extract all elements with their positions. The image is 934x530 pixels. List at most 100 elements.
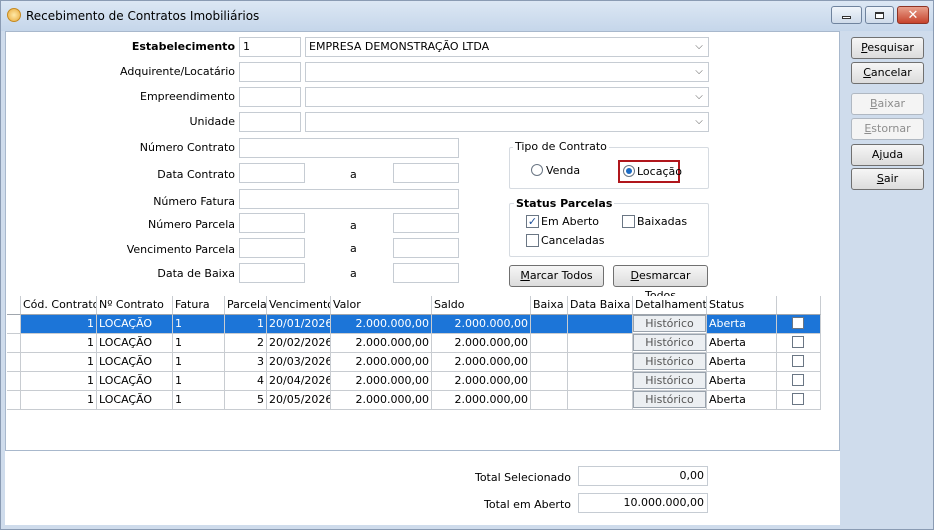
desmarcar-todos-button[interactable]: Desmarcar Todos [613, 265, 708, 302]
cell-baixa[interactable] [531, 353, 568, 372]
cell-baixa[interactable] [531, 391, 568, 410]
row-select-checkbox[interactable] [792, 336, 804, 348]
empreendimento-select[interactable]: ⌵ [305, 87, 709, 107]
vencimento-parcela-to-field[interactable] [393, 238, 459, 258]
row-indicator[interactable] [7, 334, 21, 353]
row-indicator[interactable] [7, 372, 21, 391]
estornar-button[interactable]: Estornar [851, 118, 924, 140]
marcar-todos-button[interactable]: Marcar Todos [509, 265, 604, 287]
historico-button[interactable]: Histórico [633, 372, 706, 389]
locacao-label[interactable]: Locação [637, 165, 682, 178]
cell-vencimento[interactable]: 20/04/2026 [267, 372, 331, 391]
maximize-button[interactable] [865, 6, 894, 24]
estabelecimento-select[interactable]: EMPRESA DEMONSTRAÇÃO LTDA ⌵ [305, 37, 709, 57]
unidade-code-field[interactable] [239, 112, 301, 132]
cell-saldo[interactable]: 2.000.000,00 [432, 391, 531, 410]
baixadas-checkbox[interactable] [622, 215, 635, 228]
minimize-button[interactable] [831, 6, 862, 24]
empreendimento-code-field[interactable] [239, 87, 301, 107]
locacao-radio[interactable] [623, 165, 635, 177]
cell-saldo[interactable]: 2.000.000,00 [432, 334, 531, 353]
cell-vencimento[interactable]: 20/05/2026 [267, 391, 331, 410]
cell-parcela[interactable]: 4 [225, 372, 267, 391]
cell-numero[interactable]: LOCAÇÃO [97, 315, 173, 334]
cell-fatura[interactable]: 1 [173, 391, 225, 410]
canceladas-checkbox[interactable] [526, 234, 539, 247]
cell-fatura[interactable]: 1 [173, 315, 225, 334]
row-select-checkbox[interactable] [792, 355, 804, 367]
cell-fatura[interactable]: 1 [173, 372, 225, 391]
cell-baixa[interactable] [531, 334, 568, 353]
adquirente-code-field[interactable] [239, 62, 301, 82]
column-header[interactable] [777, 296, 821, 315]
column-header[interactable]: Fatura [173, 296, 225, 315]
unidade-select[interactable]: ⌵ [305, 112, 709, 132]
cell-numero[interactable]: LOCAÇÃO [97, 372, 173, 391]
cancelar-button[interactable]: Cancelar [851, 62, 924, 84]
cell-valor[interactable]: 2.000.000,00 [331, 391, 432, 410]
column-header[interactable]: Vencimento [267, 296, 331, 315]
cell-data-baixa[interactable] [568, 372, 633, 391]
cell-vencimento[interactable]: 20/02/2026 [267, 334, 331, 353]
adquirente-select[interactable]: ⌵ [305, 62, 709, 82]
cell-numero[interactable]: LOCAÇÃO [97, 353, 173, 372]
cell-data-baixa[interactable] [568, 315, 633, 334]
pesquisar-button[interactable]: Pesquisar [851, 37, 924, 59]
column-header[interactable]: Status [707, 296, 777, 315]
vencimento-parcela-from-field[interactable] [239, 238, 305, 258]
cell-parcela[interactable]: 3 [225, 353, 267, 372]
cell-baixa[interactable] [531, 315, 568, 334]
cell-data-baixa[interactable] [568, 391, 633, 410]
data-baixa-from-field[interactable] [239, 263, 305, 283]
numero-parcela-to-field[interactable] [393, 213, 459, 233]
row-select-checkbox[interactable] [792, 317, 804, 329]
historico-button[interactable]: Histórico [633, 391, 706, 408]
cell-valor[interactable]: 2.000.000,00 [331, 353, 432, 372]
row-indicator[interactable] [7, 315, 21, 334]
cell-saldo[interactable]: 2.000.000,00 [432, 315, 531, 334]
column-header[interactable]: Cód. Contrato [21, 296, 97, 315]
cell-fatura[interactable]: 1 [173, 353, 225, 372]
column-header[interactable]: Baixa [531, 296, 568, 315]
row-indicator[interactable] [7, 353, 21, 372]
cell-fatura[interactable]: 1 [173, 334, 225, 353]
cell-saldo[interactable]: 2.000.000,00 [432, 372, 531, 391]
cell-cod[interactable]: 1 [21, 372, 97, 391]
column-header[interactable]: Detalhamento [633, 296, 707, 315]
estabelecimento-code-field[interactable]: 1 [239, 37, 301, 57]
data-contrato-from-field[interactable] [239, 163, 305, 183]
sair-button[interactable]: Sair [851, 168, 924, 190]
data-baixa-to-field[interactable] [393, 263, 459, 283]
row-select-checkbox[interactable] [792, 374, 804, 386]
numero-fatura-field[interactable] [239, 189, 459, 209]
cell-status[interactable]: Aberta [707, 391, 777, 410]
cell-status[interactable]: Aberta [707, 372, 777, 391]
column-header[interactable]: Saldo [432, 296, 531, 315]
row-indicator[interactable] [7, 391, 21, 410]
em-aberto-checkbox[interactable]: ✓ [526, 215, 539, 228]
row-select-checkbox[interactable] [792, 393, 804, 405]
historico-button[interactable]: Histórico [633, 353, 706, 370]
data-contrato-to-field[interactable] [393, 163, 459, 183]
venda-radio[interactable] [531, 164, 543, 176]
column-header[interactable]: Valor [331, 296, 432, 315]
cell-parcela[interactable]: 2 [225, 334, 267, 353]
cell-data-baixa[interactable] [568, 353, 633, 372]
cell-cod[interactable]: 1 [21, 353, 97, 372]
baixadas-label[interactable]: Baixadas [637, 215, 687, 228]
cell-cod[interactable]: 1 [21, 315, 97, 334]
baixar-button[interactable]: Baixar [851, 93, 924, 115]
cell-cod[interactable]: 1 [21, 391, 97, 410]
cell-valor[interactable]: 2.000.000,00 [331, 372, 432, 391]
cell-data-baixa[interactable] [568, 334, 633, 353]
column-header[interactable]: Data Baixa [568, 296, 633, 315]
em-aberto-label[interactable]: Em Aberto [541, 215, 599, 228]
cell-status[interactable]: Aberta [707, 353, 777, 372]
cell-valor[interactable]: 2.000.000,00 [331, 334, 432, 353]
cell-numero[interactable]: LOCAÇÃO [97, 391, 173, 410]
cell-vencimento[interactable]: 20/01/2026 [267, 315, 331, 334]
cell-status[interactable]: Aberta [707, 334, 777, 353]
cell-cod[interactable]: 1 [21, 334, 97, 353]
cell-baixa[interactable] [531, 372, 568, 391]
cell-status[interactable]: Aberta [707, 315, 777, 334]
